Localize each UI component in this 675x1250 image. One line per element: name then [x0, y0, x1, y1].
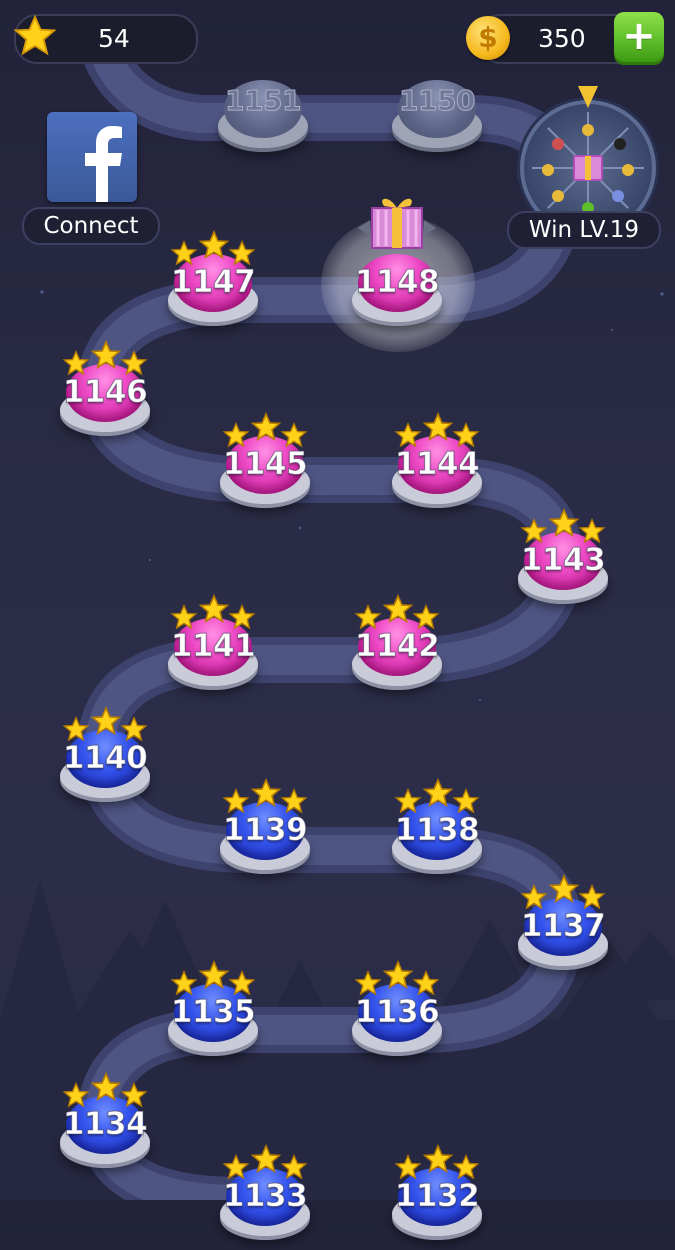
level-number: 1147 — [170, 264, 256, 301]
level-star-icon — [198, 960, 230, 990]
level-star-icon — [198, 594, 230, 624]
level-number: 1142 — [354, 628, 440, 665]
level-star-icon — [250, 778, 282, 808]
level-star-icon — [548, 874, 580, 904]
level-button-1133[interactable]: 1133 — [220, 1144, 310, 1250]
level-button-1148[interactable]: 1148 — [352, 198, 442, 336]
level-star-icon — [90, 1072, 122, 1102]
level-star-icon — [382, 960, 414, 990]
coin-icon: $ — [466, 16, 510, 60]
coins-count: 350 — [538, 24, 586, 53]
level-number: 1137 — [520, 908, 606, 945]
level-star-icon — [250, 1144, 282, 1174]
level-star-icon — [90, 340, 122, 370]
level-star-icon — [422, 1144, 454, 1174]
level-button-1151: 1151 — [218, 62, 308, 162]
facebook-connect-label[interactable]: Connect — [22, 207, 160, 245]
level-button-1137[interactable]: 1137 — [518, 874, 608, 980]
level-number: 1135 — [170, 994, 256, 1031]
stars-counter: 54 — [13, 14, 198, 64]
level-number: 1145 — [222, 446, 308, 483]
lucky-wheel-label[interactable]: Win LV.19 — [507, 211, 661, 249]
gift-reward-icon — [358, 198, 436, 249]
facebook-icon — [85, 126, 122, 202]
level-number: 1146 — [62, 374, 148, 411]
stars-count: 54 — [98, 24, 130, 53]
level-button-1143[interactable]: 1143 — [518, 508, 608, 614]
level-button-1142[interactable]: 1142 — [352, 594, 442, 700]
level-button-1135[interactable]: 1135 — [168, 960, 258, 1066]
level-number: 1144 — [394, 446, 480, 483]
level-number: 1148 — [354, 264, 440, 301]
level-number: 1143 — [520, 542, 606, 579]
level-number: 1132 — [394, 1178, 480, 1215]
level-button-1139[interactable]: 1139 — [220, 778, 310, 884]
level-star-icon — [422, 778, 454, 808]
star-icon — [13, 14, 57, 56]
level-number: 1136 — [354, 994, 440, 1031]
level-number: 1141 — [170, 628, 256, 665]
level-button-1134[interactable]: 1134 — [60, 1072, 150, 1178]
level-button-1150: 1150 — [392, 62, 482, 162]
level-button-1140[interactable]: 1140 — [60, 706, 150, 812]
level-button-1138[interactable]: 1138 — [392, 778, 482, 884]
level-button-1144[interactable]: 1144 — [392, 412, 482, 518]
level-star-icon — [90, 706, 122, 736]
level-number: 1151 — [225, 84, 302, 118]
level-star-icon — [548, 508, 580, 538]
level-star-icon — [198, 230, 230, 260]
facebook-connect-button[interactable] — [47, 112, 137, 202]
level-number: 1139 — [222, 812, 308, 849]
level-button-1146[interactable]: 1146 — [60, 340, 150, 446]
level-number: 1134 — [62, 1106, 148, 1143]
wheel-pointer-icon — [578, 86, 598, 108]
level-number: 1138 — [394, 812, 480, 849]
level-button-1132[interactable]: 1132 — [392, 1144, 482, 1250]
level-button-1136[interactable]: 1136 — [352, 960, 442, 1066]
level-number: 1140 — [62, 740, 148, 777]
level-button-1145[interactable]: 1145 — [220, 412, 310, 518]
level-star-icon — [422, 412, 454, 442]
level-button-1141[interactable]: 1141 — [168, 594, 258, 700]
level-star-icon — [382, 594, 414, 624]
add-coins-button[interactable]: + — [614, 12, 664, 62]
level-number: 1150 — [399, 84, 476, 118]
level-number: 1133 — [222, 1178, 308, 1215]
level-star-icon — [250, 412, 282, 442]
level-button-1147[interactable]: 1147 — [168, 230, 258, 336]
plus-icon: + — [622, 13, 656, 59]
